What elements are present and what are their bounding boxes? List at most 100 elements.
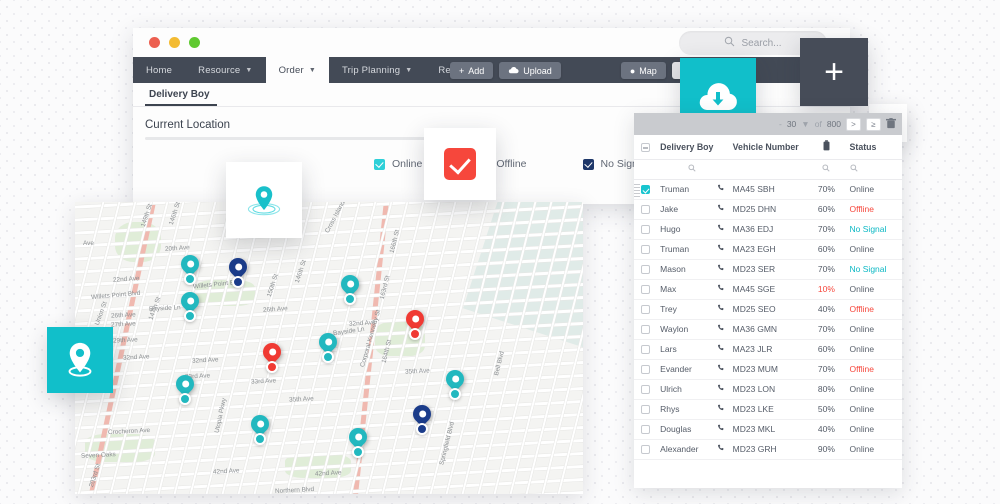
row-select-cell[interactable]	[634, 439, 656, 459]
row-select-cell[interactable]	[634, 239, 656, 259]
row-select-cell[interactable]	[634, 319, 656, 339]
filter-delivery-boy[interactable]	[656, 159, 729, 179]
trash-icon[interactable]	[886, 118, 896, 131]
call-icon[interactable]	[713, 279, 729, 299]
page-size-value[interactable]: 30	[787, 119, 796, 129]
plus-card[interactable]: +	[800, 38, 868, 106]
select-all-header[interactable]	[634, 135, 656, 159]
row-checkbox[interactable]	[641, 285, 650, 294]
row-checkbox[interactable]	[641, 205, 650, 214]
call-icon[interactable]	[713, 399, 729, 419]
row-checkbox[interactable]	[641, 425, 650, 434]
map-pin-teal[interactable]	[250, 415, 270, 442]
call-icon[interactable]	[713, 419, 729, 439]
row-checkbox[interactable]	[641, 365, 650, 374]
row-select-cell[interactable]	[634, 299, 656, 319]
map-pin-teal[interactable]	[175, 375, 195, 402]
row-checkbox[interactable]	[641, 185, 650, 194]
map-pin-teal[interactable]	[348, 428, 368, 455]
map-pin-card[interactable]	[47, 327, 113, 393]
column-header-delivery-boy[interactable]: Delivery Boy	[656, 135, 729, 159]
call-icon[interactable]	[713, 439, 729, 459]
row-select-cell[interactable]	[634, 339, 656, 359]
call-icon[interactable]	[713, 379, 729, 399]
map-pin-teal[interactable]	[180, 255, 200, 282]
row-checkbox[interactable]	[641, 385, 650, 394]
call-icon[interactable]	[713, 239, 729, 259]
filter-status[interactable]	[846, 159, 902, 179]
table-row[interactable]: AlexanderMD23 GRH90%Online	[634, 439, 902, 459]
table-row[interactable]: RhysMD23 LKE50%Online	[634, 399, 902, 419]
map-pin-navy[interactable]	[412, 405, 432, 432]
row-select-cell[interactable]	[634, 359, 656, 379]
select-all-checkbox[interactable]	[641, 143, 650, 152]
filter-online[interactable]: Online	[374, 158, 422, 170]
map-pin-red[interactable]	[405, 310, 425, 337]
table-row[interactable]: TrumanMA23 EGH60%Online	[634, 239, 902, 259]
minimize-window-button[interactable]	[169, 37, 180, 48]
row-checkbox[interactable]	[641, 225, 650, 234]
table-row[interactable]: JakeMD25 DHN60%Offline	[634, 199, 902, 219]
row-checkbox[interactable]	[641, 345, 650, 354]
maximize-window-button[interactable]	[189, 37, 200, 48]
table-row[interactable]: WaylonMA36 GMN70%Online	[634, 319, 902, 339]
row-select-cell[interactable]	[634, 279, 656, 299]
map-pin-red[interactable]	[262, 343, 282, 370]
nav-item-trip-planning[interactable]: Trip Planning ▼	[329, 57, 425, 83]
table-row[interactable]: LarsMA23 JLR60%Online	[634, 339, 902, 359]
next-page-button[interactable]: >	[846, 118, 861, 131]
row-drag-handle[interactable]	[634, 184, 640, 198]
map-button[interactable]: ● Map	[621, 62, 666, 79]
column-header-vehicle-number[interactable]: Vehicle Number	[729, 135, 808, 159]
tab-delivery-boy[interactable]: Delivery Boy	[145, 89, 217, 106]
call-icon[interactable]	[713, 359, 729, 379]
close-window-button[interactable]	[149, 37, 160, 48]
map-pin-teal[interactable]	[180, 292, 200, 319]
map-pin-teal[interactable]	[318, 333, 338, 360]
filter-vehicle-number[interactable]	[729, 159, 808, 179]
row-checkbox[interactable]	[641, 305, 650, 314]
call-icon[interactable]	[713, 319, 729, 339]
row-checkbox[interactable]	[641, 405, 650, 414]
table-row[interactable]: HugoMA36 EDJ70%No Signal	[634, 219, 902, 239]
last-page-button[interactable]: ≥	[866, 118, 881, 131]
map-pin-teal[interactable]	[445, 370, 465, 397]
call-icon[interactable]	[713, 339, 729, 359]
table-row[interactable]: DouglasMD23 MKL40%Online	[634, 419, 902, 439]
row-select-cell[interactable]	[634, 219, 656, 239]
map-pin-teal[interactable]	[340, 275, 360, 302]
row-select-cell[interactable]	[634, 199, 656, 219]
call-icon[interactable]	[713, 299, 729, 319]
map-pin-navy[interactable]	[228, 258, 248, 285]
row-select-cell[interactable]	[634, 259, 656, 279]
upload-button[interactable]: Upload	[499, 62, 561, 79]
column-header-battery[interactable]	[807, 135, 845, 159]
call-icon[interactable]	[713, 259, 729, 279]
table-row[interactable]: TrumanMA45 SBH70%Online	[634, 179, 902, 199]
row-select-cell[interactable]	[634, 179, 656, 199]
row-checkbox[interactable]	[641, 265, 650, 274]
table-row[interactable]: MaxMA45 SGE10%Online	[634, 279, 902, 299]
table-row[interactable]: TreyMD25 SEO40%Offline	[634, 299, 902, 319]
chevron-down-icon[interactable]: ▼	[801, 119, 809, 129]
nav-item-home[interactable]: Home	[133, 57, 185, 83]
column-header-status[interactable]: Status	[846, 135, 902, 159]
row-checkbox[interactable]	[641, 445, 650, 454]
row-select-cell[interactable]	[634, 399, 656, 419]
row-checkbox[interactable]	[641, 325, 650, 334]
row-select-cell[interactable]	[634, 419, 656, 439]
call-icon[interactable]	[713, 199, 729, 219]
nav-item-order[interactable]: Order ▼	[266, 57, 329, 83]
call-icon[interactable]	[713, 179, 729, 199]
red-check-card[interactable]	[424, 128, 496, 200]
table-row[interactable]: EvanderMD23 MUM70%Offline	[634, 359, 902, 379]
filter-battery[interactable]	[807, 159, 845, 179]
table-row[interactable]: UlrichMD23 LON80%Online	[634, 379, 902, 399]
table-row[interactable]: MasonMD23 SER70%No Signal	[634, 259, 902, 279]
add-button[interactable]: + Add	[450, 62, 493, 79]
map-canvas[interactable]: Ave146th St149th StClintonville StCross …	[75, 202, 583, 494]
call-icon[interactable]	[713, 219, 729, 239]
row-select-cell[interactable]	[634, 379, 656, 399]
row-checkbox[interactable]	[641, 245, 650, 254]
location-pin-ripple-card[interactable]	[226, 162, 302, 238]
